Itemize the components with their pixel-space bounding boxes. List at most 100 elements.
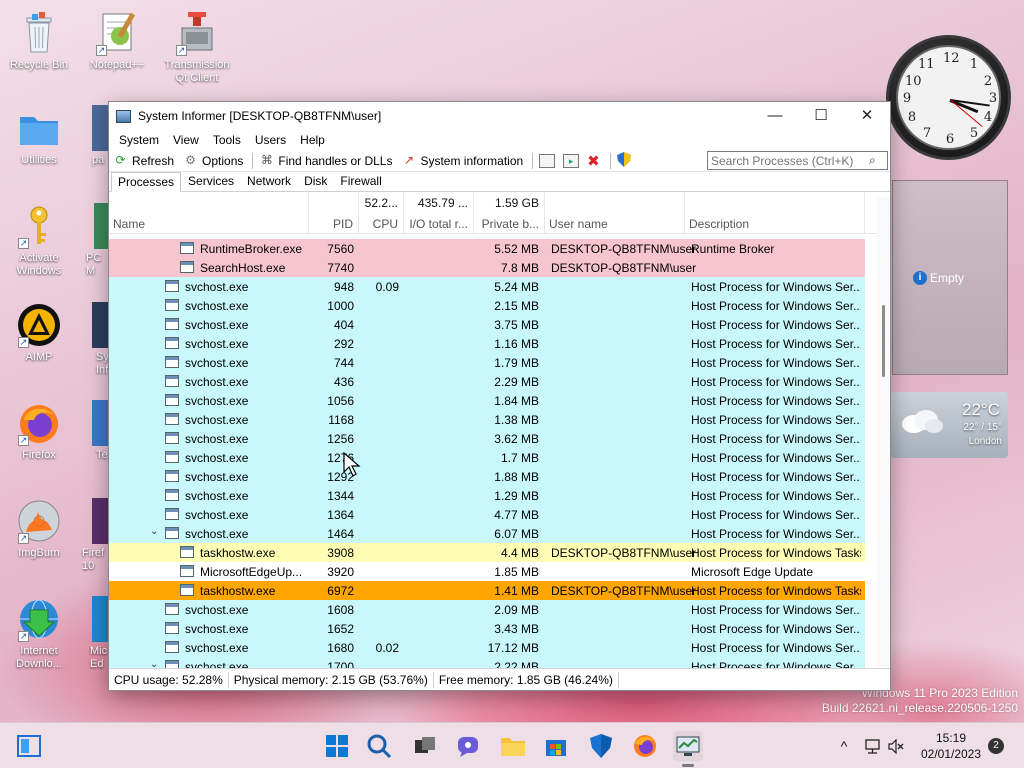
maximize-button[interactable]: ☐ xyxy=(798,102,844,130)
system-informer-taskbar-button[interactable] xyxy=(673,731,703,767)
info-icon: i xyxy=(913,271,927,285)
menu-tools[interactable]: Tools xyxy=(206,133,248,147)
process-row[interactable]: ⌄ svchost.exe 1464 6.07 MB Host Process for … xyxy=(109,524,865,543)
column-io-total[interactable]: 435.79 ... I/O total r... xyxy=(404,192,474,234)
tab-disk[interactable]: Disk xyxy=(298,173,333,191)
column-cpu[interactable]: 52.2... CPU xyxy=(359,192,404,234)
process-row[interactable]: MicrosoftEdgeUp... 3920 1.85 MB Microsoft E… xyxy=(109,562,865,581)
desktop-icon-aimp[interactable]: ↗ AIMP xyxy=(0,302,78,364)
widgets-button[interactable] xyxy=(14,731,44,761)
process-row[interactable]: svchost.exe 744 1.79 MB Host Process for Wi… xyxy=(109,353,865,372)
menu-users[interactable]: Users xyxy=(248,133,293,147)
process-row[interactable]: taskhostw.exe 3908 4.4 MB DESKTOP-QB8TFNM\u… xyxy=(109,543,865,562)
firefox-taskbar-button[interactable] xyxy=(630,731,660,761)
desktop-icon-firefox[interactable]: ↗ Firefox xyxy=(0,400,78,462)
process-row[interactable]: svchost.exe 1608 2.09 MB Host Process for W… xyxy=(109,600,865,619)
process-row[interactable]: svchost.exe 1256 3.62 MB Host Process for W… xyxy=(109,429,865,448)
process-pid: 7560 xyxy=(327,242,354,256)
tab-services[interactable]: Services xyxy=(182,173,240,191)
windows-security-button[interactable] xyxy=(586,731,616,761)
microsoft-store-button[interactable] xyxy=(541,731,571,761)
file-explorer-button[interactable] xyxy=(498,731,528,761)
clock-widget[interactable]: 12 1 2 3 4 5 6 7 8 9 10 11 xyxy=(886,35,1011,160)
minimize-button[interactable]: — xyxy=(752,102,798,130)
search-button[interactable] xyxy=(364,731,394,761)
process-row[interactable]: svchost.exe 1344 1.29 MB Host Process for W… xyxy=(109,486,865,505)
window-title: System Informer [DESKTOP-QB8TFNM\user] xyxy=(138,109,382,123)
column-description[interactable]: Description xyxy=(685,192,865,234)
tab-network[interactable]: Network xyxy=(241,173,297,191)
process-list[interactable]: RuntimeBroker.exe 7560 5.52 MB DESKTOP-QB8T… xyxy=(109,239,865,669)
column-name[interactable]: Name xyxy=(109,192,309,234)
desktop-icon-utilities[interactable]: Utilities xyxy=(0,105,78,167)
column-user-name[interactable]: User name xyxy=(545,192,685,234)
menu-help[interactable]: Help xyxy=(293,133,332,147)
desktop-icon-internet-download[interactable]: ↗ Internet Downlo... xyxy=(0,596,78,671)
search-box[interactable]: ⌕ xyxy=(707,151,888,170)
clock-date-button[interactable]: 15:19 02/01/2023 xyxy=(918,723,984,768)
weather-widget[interactable]: 22°C 22° / 15° London xyxy=(890,392,1008,458)
title-bar[interactable]: System Informer [DESKTOP-QB8TFNM\user] —… xyxy=(109,102,890,130)
chat-button[interactable] xyxy=(453,731,483,761)
column-pid[interactable]: PID xyxy=(309,192,359,234)
options-button[interactable]: ⚙ Options xyxy=(183,153,243,168)
column-private-bytes[interactable]: 1.59 GB Private b... xyxy=(474,192,545,234)
process-name: svchost.exe xyxy=(185,337,249,351)
task-view-button[interactable] xyxy=(410,731,440,761)
process-row[interactable]: RuntimeBroker.exe 7560 5.52 MB DESKTOP-QB8T… xyxy=(109,239,865,258)
process-row[interactable]: SearchHost.exe 7740 7.8 MB DESKTOP-QB8TFNM\… xyxy=(109,258,865,277)
shortcut-arrow-icon: ↗ xyxy=(18,238,29,249)
process-row[interactable]: svchost.exe 1000 2.15 MB Host Process for W… xyxy=(109,296,865,315)
menu-system[interactable]: System xyxy=(112,133,166,147)
app-icon xyxy=(116,109,131,123)
process-row[interactable]: taskhostw.exe 6972 1.41 MB DESKTOP-QB8TFNM\… xyxy=(109,581,865,600)
desktop-icon-recycle-bin[interactable]: Recycle Bin xyxy=(0,10,78,72)
volume-muted-icon[interactable] xyxy=(886,723,906,768)
menu-view[interactable]: View xyxy=(166,133,206,147)
search-icon[interactable]: ⌕ xyxy=(869,153,876,168)
window-go-icon[interactable]: ▸ xyxy=(563,153,580,168)
shield-icon[interactable] xyxy=(616,151,631,170)
desktop-icon-partial[interactable]: PC M xyxy=(78,203,108,278)
network-icon[interactable] xyxy=(862,723,882,768)
desktop-icon-partial[interactable]: Sy Inf xyxy=(78,302,109,377)
desktop-icon-transmission[interactable]: ↗ Transmission Qt Client xyxy=(158,10,236,85)
process-row[interactable]: svchost.exe 404 3.75 MB Host Process for Wi… xyxy=(109,315,865,334)
desktop-icon-partial[interactable]: Mic Ed xyxy=(78,596,108,671)
process-row[interactable]: svchost.exe 1364 4.77 MB Host Process for W… xyxy=(109,505,865,524)
tab-firewall[interactable]: Firewall xyxy=(334,173,387,191)
refresh-button[interactable]: ⟳ Refresh xyxy=(113,153,174,168)
process-row[interactable]: svchost.exe 292 1.16 MB Host Process for Wi… xyxy=(109,334,865,353)
search-input[interactable] xyxy=(711,153,869,168)
notification-badge[interactable]: 2 xyxy=(988,738,1004,754)
show-hidden-icons-chevron-icon[interactable]: ^ xyxy=(836,723,852,768)
vertical-scrollbar[interactable] xyxy=(877,197,890,669)
scrollbar-thumb[interactable] xyxy=(882,305,885,377)
terminate-icon[interactable]: ✖ xyxy=(587,152,600,170)
system-information-button[interactable]: ↗ System information xyxy=(401,153,523,168)
process-row[interactable]: svchost.exe 1652 3.43 MB Host Process for W… xyxy=(109,619,865,638)
desktop-icon-partial[interactable]: Firef 10 xyxy=(78,498,108,573)
desktop-icon-partial[interactable]: Te xyxy=(78,400,108,462)
process-row[interactable]: svchost.exe 948 0.09 5.24 MB Host Process fo… xyxy=(109,277,865,296)
close-button[interactable]: ✕ xyxy=(844,102,890,130)
desktop-icon-notepad[interactable]: ↗ Notepad++ xyxy=(78,10,156,72)
process-row[interactable]: svchost.exe 1680 0.02 17.12 MB Host Process … xyxy=(109,638,865,657)
desktop-icon-partial[interactable]: pa xyxy=(78,105,112,167)
window-icon[interactable] xyxy=(539,153,556,168)
expand-chevron-icon[interactable]: ⌄ xyxy=(150,526,158,537)
system-informer-window[interactable]: System Informer [DESKTOP-QB8TFNM\user] —… xyxy=(108,101,891,691)
tab-processes[interactable]: Processes xyxy=(111,172,182,192)
process-row[interactable]: svchost.exe 1168 1.38 MB Host Process for W… xyxy=(109,410,865,429)
desktop-icon-activate-windows[interactable]: ↗ Activate Windows xyxy=(0,203,78,278)
find-handles-button[interactable]: ⌘ Find handles or DLLs xyxy=(259,153,393,168)
process-row[interactable]: svchost.exe 1056 1.84 MB Host Process for W… xyxy=(109,391,865,410)
process-row[interactable]: svchost.exe 1276 1.7 MB Host Process for Wi… xyxy=(109,448,865,467)
aimp-icon: ↗ xyxy=(16,302,62,348)
process-name: svchost.exe xyxy=(185,432,249,446)
process-icon xyxy=(180,546,194,558)
start-button[interactable] xyxy=(322,731,352,761)
process-row[interactable]: svchost.exe 1292 1.88 MB Host Process for W… xyxy=(109,467,865,486)
process-row[interactable]: svchost.exe 436 2.29 MB Host Process for Wi… xyxy=(109,372,865,391)
desktop-icon-imgburn[interactable]: ↗ ImgBurn xyxy=(0,498,78,560)
